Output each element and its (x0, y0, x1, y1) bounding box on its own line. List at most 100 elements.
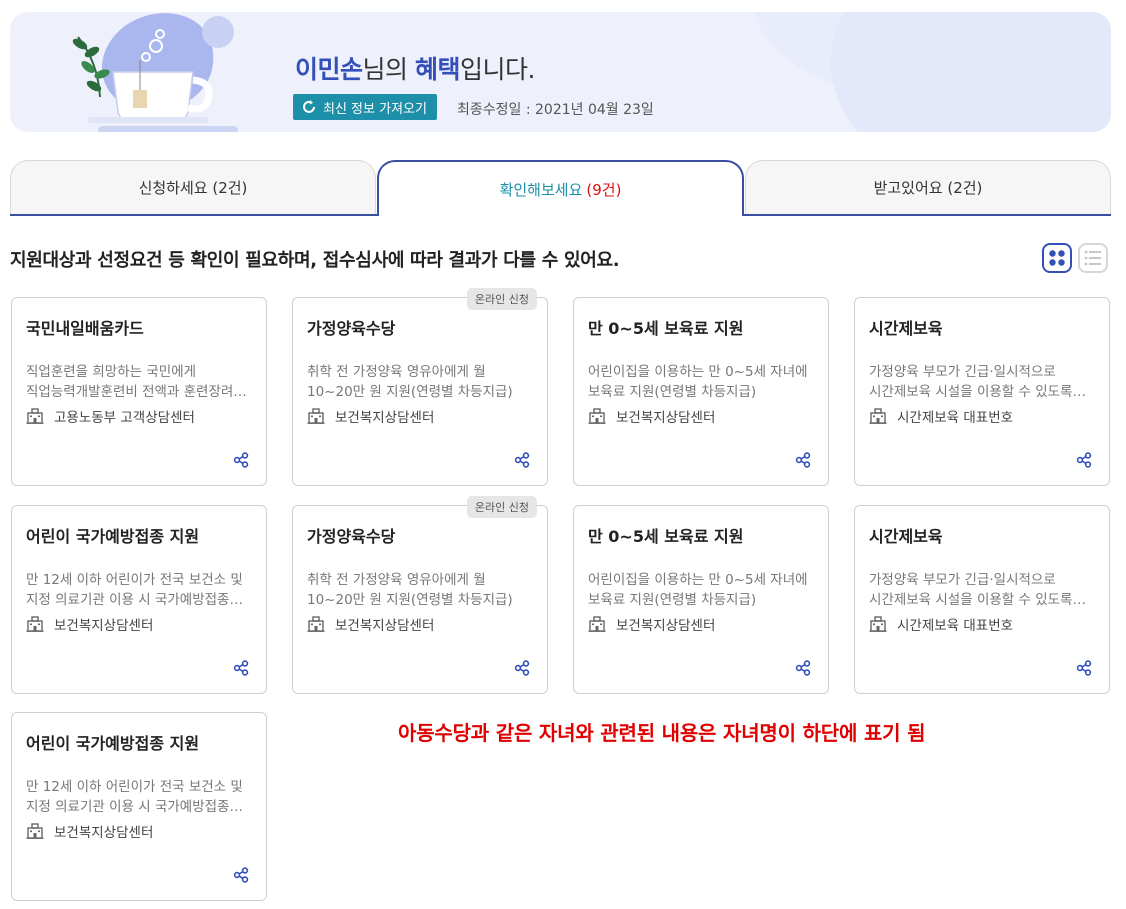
greeting-text-end: 입니다. (459, 55, 535, 84)
greeting-text: 님의 (362, 55, 415, 84)
grid-view-icon (1049, 250, 1065, 266)
greeting-benefit: 혜택 (414, 55, 461, 84)
card-desc-line: 보육료 지원(연령별 차등지급) (588, 592, 757, 608)
online-apply-badge: 온라인 신청 (466, 288, 537, 310)
list-view-button[interactable] (1078, 243, 1108, 273)
building-icon (26, 823, 44, 839)
card-description: 어린이집을 이용하는 만 0~5세 자녀에 보육료 지원(연령별 차등지급) (588, 570, 820, 610)
card-description: 취학 전 가정양육 영유아에게 월 10~20만 원 지원(연령별 차등지급) (307, 570, 539, 610)
online-apply-badge: 온라인 신청 (466, 496, 537, 518)
card-organization: 보건복지상담센터 (588, 614, 715, 634)
refresh-icon (303, 100, 315, 113)
card-description: 직업훈련을 희망하는 국민에게 직업능력개발훈련비 전액과 훈련장려… (26, 362, 258, 402)
grid-view-button[interactable] (1042, 243, 1072, 273)
card-description: 만 12세 이하 어린이가 전국 보건소 및 지정 의료기관 이용 시 국가예방… (26, 777, 258, 817)
building-icon (26, 408, 44, 424)
card-organization: 보건복지상담센터 (26, 821, 153, 841)
benefit-card[interactable]: 만 0~5세 보육료 지원 어린이집을 이용하는 만 0~5세 자녀에 보육료 … (573, 297, 829, 486)
card-organization: 시간제보육 대표번호 (869, 614, 1013, 634)
card-title: 가정양육수당 (307, 319, 396, 338)
building-icon (588, 616, 606, 632)
share-icon[interactable] (233, 867, 249, 883)
card-org-label: 고용노동부 고객상담센터 (54, 410, 195, 426)
tab-count: (2건) (212, 179, 248, 197)
building-icon (869, 408, 887, 424)
card-desc-line: 직업능력개발훈련비 전액과 훈련장려… (26, 384, 247, 400)
card-description: 어린이집을 이용하는 만 0~5세 자녀에 보육료 지원(연령별 차등지급) (588, 362, 820, 402)
banner-decoration (831, 12, 1111, 132)
share-icon[interactable] (795, 452, 811, 468)
benefit-card[interactable]: 시간제보육 가정양육 부모가 긴급·일시적으로 시간제보육 시설을 이용할 수 … (854, 505, 1110, 694)
card-org-label: 보건복지상담센터 (54, 618, 154, 634)
tab-label: 확인해보세요 (499, 180, 583, 199)
card-title: 시간제보육 (869, 319, 943, 338)
card-org-label: 보건복지상담센터 (616, 618, 716, 634)
share-icon[interactable] (514, 452, 530, 468)
share-icon[interactable] (1076, 452, 1092, 468)
benefit-card[interactable]: 어린이 국가예방접종 지원 만 12세 이하 어린이가 전국 보건소 및 지정 … (11, 712, 267, 901)
tab-count: (9건) (586, 180, 622, 199)
card-title: 어린이 국가예방접종 지원 (26, 527, 200, 546)
card-desc-line: 10~20만 원 지원(연령별 차등지급) (307, 384, 513, 400)
tab-receiving[interactable]: 받고있어요 (2건) (745, 160, 1111, 214)
tab-label: 받고있어요 (873, 179, 943, 197)
card-desc-line: 취학 전 가정양육 영유아에게 월 (307, 572, 486, 588)
tea-cup-illustration (72, 13, 238, 132)
benefit-card[interactable]: 어린이 국가예방접종 지원 만 12세 이하 어린이가 전국 보건소 및 지정 … (11, 505, 267, 694)
greeting-heading: 이민손님의 혜택입니다. (295, 50, 535, 86)
share-icon[interactable] (795, 660, 811, 676)
share-icon[interactable] (1076, 660, 1092, 676)
card-org-label: 시간제보육 대표번호 (897, 410, 1014, 426)
benefit-card[interactable]: 온라인 신청 가정양육수당 취학 전 가정양육 영유아에게 월 10~20만 원… (292, 288, 548, 486)
card-organization: 시간제보육 대표번호 (869, 406, 1013, 426)
benefit-banner: 이민손님의 혜택입니다. 최신 정보 가져오기 최종수정일 : 2021년 04… (10, 12, 1111, 132)
list-view-icon (1084, 250, 1101, 266)
view-toggle (1042, 243, 1108, 273)
card-organization: 보건복지상담센터 (307, 406, 434, 426)
benefit-tabs: 신청하세요 (2건) 확인해보세요 (9건) 받고있어요 (2건) (10, 160, 1111, 216)
benefit-card[interactable]: 국민내일배움카드 직업훈련을 희망하는 국민에게 직업능력개발훈련비 전액과 훈… (11, 297, 267, 486)
card-desc-line: 어린이집을 이용하는 만 0~5세 자녀에 (588, 572, 808, 588)
building-icon (307, 408, 325, 424)
card-organization: 보건복지상담센터 (26, 614, 153, 634)
card-title: 가정양육수당 (307, 527, 396, 546)
card-desc-line: 직업훈련을 희망하는 국민에게 (26, 364, 197, 380)
tab-check[interactable]: 확인해보세요 (9건) (377, 160, 744, 216)
share-icon[interactable] (233, 452, 249, 468)
card-org-label: 보건복지상담센터 (616, 410, 716, 426)
card-title: 만 0~5세 보육료 지원 (588, 319, 744, 338)
share-icon[interactable] (233, 660, 249, 676)
card-desc-line: 시간제보육 시설을 이용할 수 있도록… (869, 384, 1086, 400)
benefit-card[interactable]: 시간제보육 가정양육 부모가 긴급·일시적으로 시간제보육 시설을 이용할 수 … (854, 297, 1110, 486)
share-icon[interactable] (514, 660, 530, 676)
card-title: 국민내일배움카드 (26, 319, 144, 338)
card-title: 어린이 국가예방접종 지원 (26, 734, 200, 753)
card-desc-line: 가정양육 부모가 긴급·일시적으로 (869, 364, 1056, 380)
card-desc-line: 취학 전 가정양육 영유아에게 월 (307, 364, 486, 380)
building-icon (588, 408, 606, 424)
card-description: 가정양육 부모가 긴급·일시적으로 시간제보육 시설을 이용할 수 있도록… (869, 362, 1101, 402)
card-desc-line: 지정 의료기관 이용 시 국가예방접종… (26, 592, 243, 608)
card-desc-line: 지정 의료기관 이용 시 국가예방접종… (26, 799, 243, 815)
tab-count: (2건) (947, 179, 983, 197)
tab-label: 신청하세요 (138, 179, 208, 197)
card-organization: 보건복지상담센터 (588, 406, 715, 426)
user-name: 이민손 (295, 55, 363, 84)
card-description: 가정양육 부모가 긴급·일시적으로 시간제보육 시설을 이용할 수 있도록… (869, 570, 1101, 610)
benefit-card[interactable]: 온라인 신청 가정양육수당 취학 전 가정양육 영유아에게 월 10~20만 원… (292, 496, 548, 694)
card-desc-line: 어린이집을 이용하는 만 0~5세 자녀에 (588, 364, 808, 380)
card-title: 시간제보육 (869, 527, 943, 546)
card-desc-line: 가정양육 부모가 긴급·일시적으로 (869, 572, 1056, 588)
tab-apply[interactable]: 신청하세요 (2건) (10, 160, 376, 214)
card-desc-line: 만 12세 이하 어린이가 전국 보건소 및 (26, 572, 243, 588)
card-desc-line: 만 12세 이하 어린이가 전국 보건소 및 (26, 779, 243, 795)
benefit-card[interactable]: 만 0~5세 보육료 지원 어린이집을 이용하는 만 0~5세 자녀에 보육료 … (573, 505, 829, 694)
card-description: 만 12세 이하 어린이가 전국 보건소 및 지정 의료기관 이용 시 국가예방… (26, 570, 258, 610)
card-org-label: 보건복지상담센터 (335, 410, 435, 426)
section-description: 지원대상과 선정요건 등 확인이 필요하며, 접수심사에 따라 결과가 다를 수… (10, 250, 620, 271)
refresh-button[interactable]: 최신 정보 가져오기 (293, 94, 437, 120)
refresh-button-label: 최신 정보 가져오기 (323, 101, 427, 117)
building-icon (307, 616, 325, 632)
building-icon (869, 616, 887, 632)
card-org-label: 시간제보육 대표번호 (897, 618, 1014, 634)
